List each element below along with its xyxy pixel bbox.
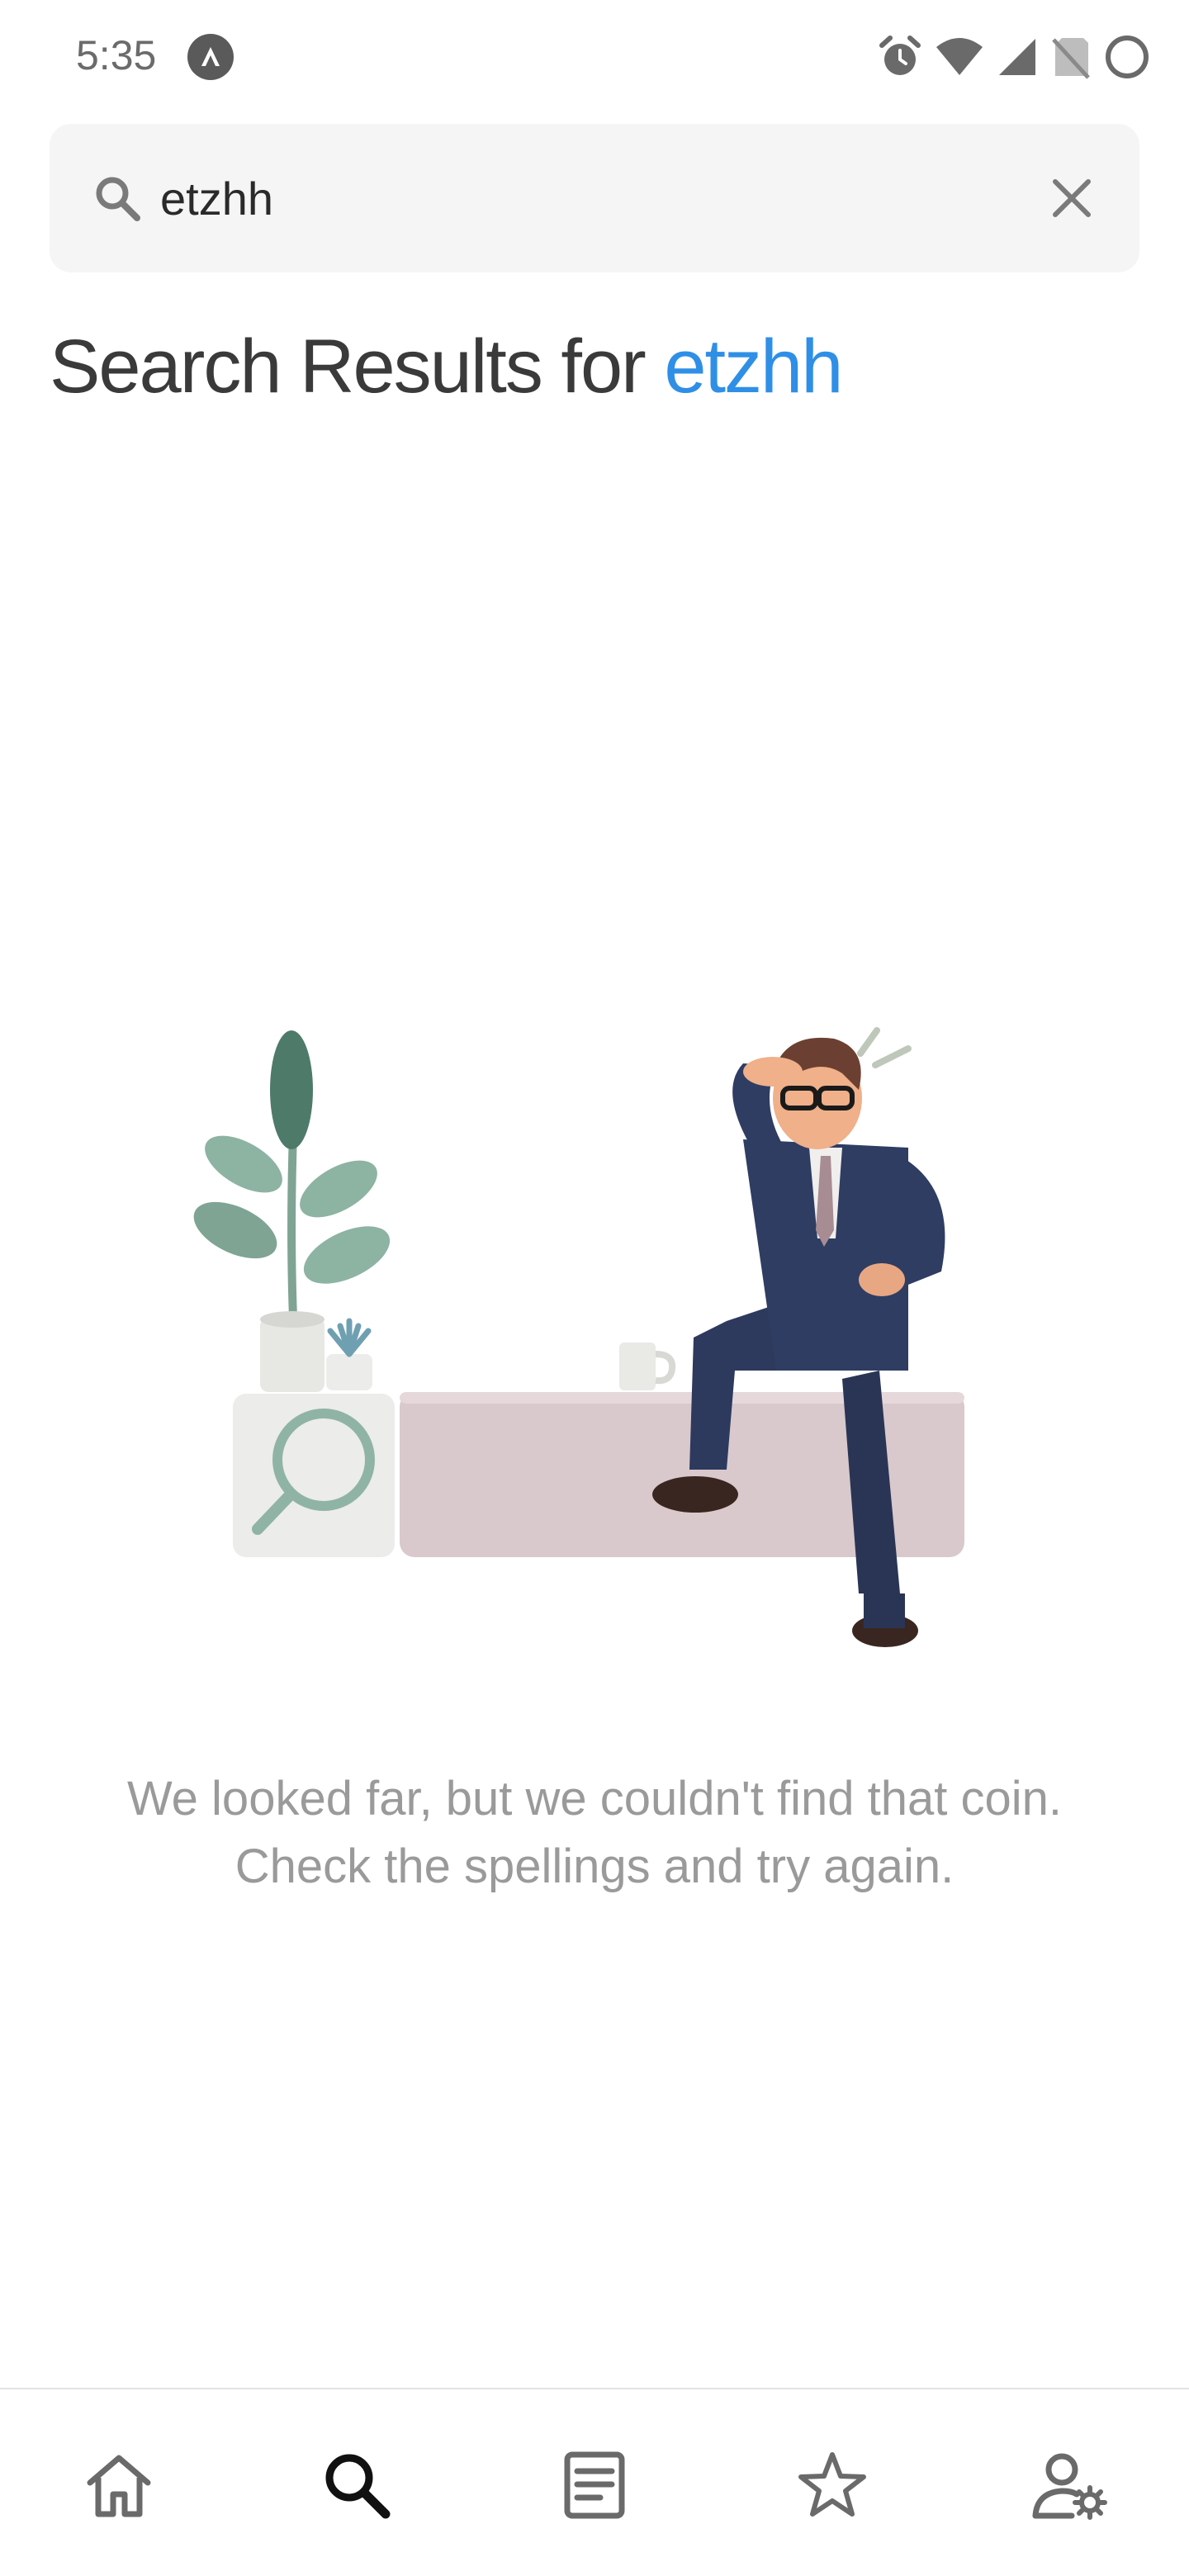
- user-settings-icon: [1030, 2448, 1110, 2526]
- search-icon: [92, 173, 142, 227]
- plant-illustration: [193, 1030, 391, 1392]
- nav-item-account-settings[interactable]: [1029, 2446, 1111, 2528]
- search-bar[interactable]: [50, 124, 1139, 272]
- signal-icon: [996, 36, 1039, 78]
- nav-item-news[interactable]: [553, 2446, 636, 2528]
- search-icon: [320, 2448, 394, 2526]
- nav-item-search[interactable]: [315, 2446, 398, 2528]
- clear-icon[interactable]: [1050, 177, 1093, 224]
- empty-state-message: We looked far, but we couldn't find that…: [0, 1765, 1189, 1901]
- battery-icon: [1103, 33, 1151, 81]
- nav-item-home[interactable]: [78, 2446, 160, 2528]
- empty-state-line-1: We looked far, but we couldn't find that…: [126, 1772, 1063, 1825]
- status-icons: [877, 33, 1151, 81]
- alarm-icon: [877, 34, 923, 80]
- status-bar: 5:35: [0, 0, 1189, 112]
- page-title: Search Results for etzhh: [50, 324, 843, 410]
- bottom-nav: [0, 2388, 1189, 2576]
- document-icon: [557, 2448, 632, 2526]
- search-input[interactable]: [160, 165, 986, 231]
- wifi-icon: [935, 34, 984, 80]
- no-sim-icon: [1050, 35, 1092, 79]
- status-time: 5:35: [76, 32, 157, 78]
- empty-state-line-2: Check the spellings and try again.: [234, 1840, 955, 1893]
- title-prefix: Search Results for: [50, 324, 665, 409]
- no-results-illustration: [182, 1024, 1007, 1651]
- star-icon: [795, 2448, 869, 2526]
- search-query-highlight: etzhh: [664, 324, 843, 409]
- app-notification-icon: [187, 33, 234, 85]
- nav-item-favorites[interactable]: [791, 2446, 874, 2528]
- search-results-screen: 5:35 etzhh Search Results for etzhh We l…: [0, 0, 1189, 2576]
- home-icon: [82, 2448, 156, 2526]
